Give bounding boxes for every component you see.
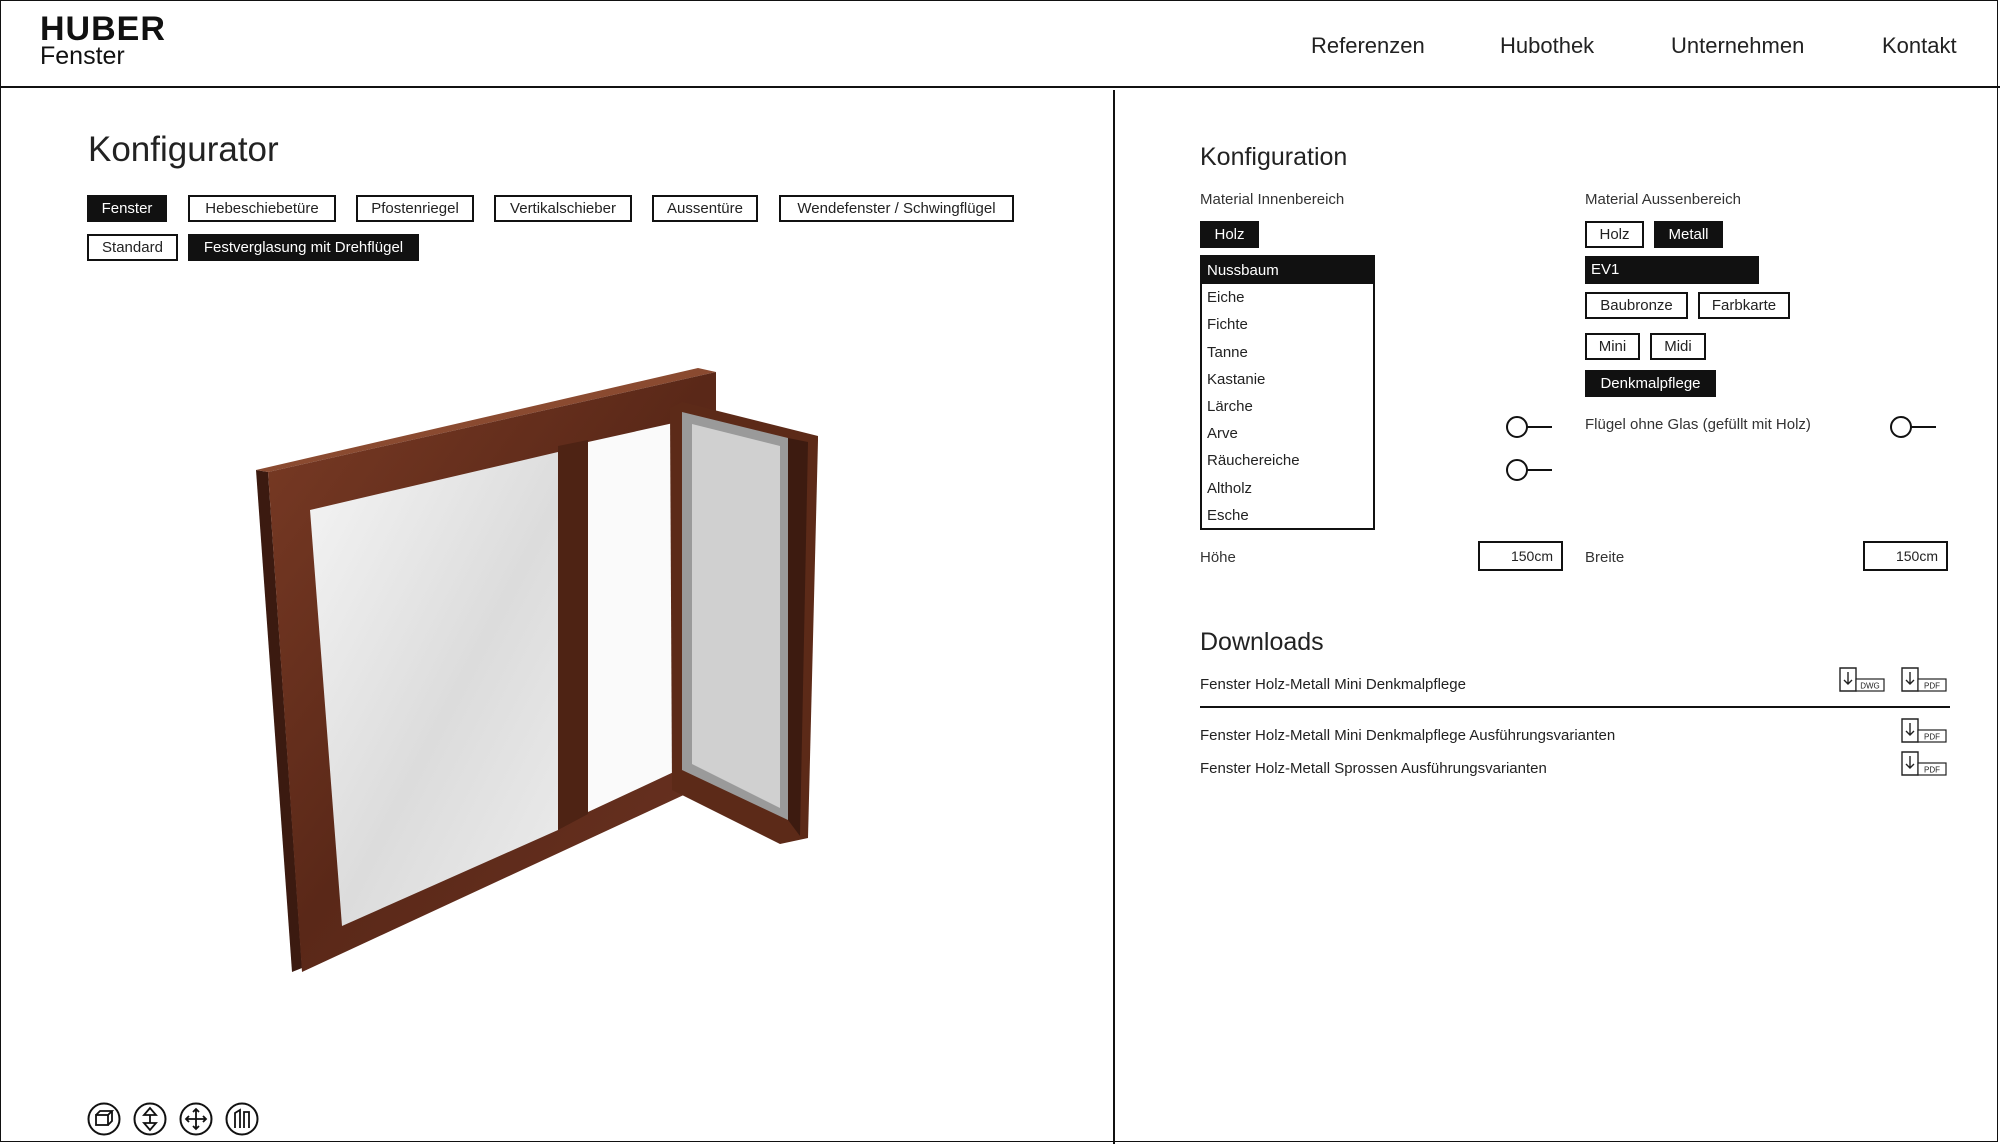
window-3d-preview[interactable] (240, 350, 840, 990)
sash-opening (588, 422, 678, 812)
nav-hubothek[interactable]: Hubothek (1500, 33, 1594, 59)
outer-material-label: Material Aussenbereich (1585, 191, 1741, 208)
downloads-title: Downloads (1200, 628, 1324, 656)
page-title: Konfigurator (88, 130, 279, 169)
pdf-file-label: PDF (1924, 733, 1940, 742)
color-farbkarte-button[interactable]: Farbkarte (1698, 292, 1790, 319)
download-item[interactable]: Fenster Holz-Metall Mini Denkmalpflege A… (1200, 727, 1615, 744)
list-item[interactable]: Räuchereiche (1202, 447, 1373, 474)
sash-glass (692, 424, 780, 808)
breite-input[interactable] (1863, 541, 1948, 571)
breite-label: Breite (1585, 549, 1625, 566)
brand-subtitle[interactable]: Fenster (40, 44, 125, 69)
variant-standard-button[interactable]: Standard (87, 234, 178, 261)
pdf-file-label: PDF (1924, 682, 1940, 691)
hoehe-input[interactable] (1478, 541, 1563, 571)
site-header: HUBER Fenster Referenzen Hubothek Untern… (0, 0, 2000, 88)
toggle-knob (1506, 459, 1528, 481)
list-item[interactable]: Arve (1202, 420, 1373, 447)
frame-mullion (558, 440, 588, 830)
style-denkmalpflege-button[interactable]: Denkmalpflege (1585, 370, 1716, 397)
vertical-move-icon[interactable] (133, 1102, 167, 1136)
list-item[interactable]: Nussbaum (1202, 257, 1373, 285)
list-item[interactable]: Eiche (1202, 284, 1373, 311)
inner-toggle-2[interactable] (1506, 458, 1554, 482)
list-item[interactable]: Lärche (1202, 393, 1373, 420)
type-vertikalschieber-button[interactable]: Vertikalschieber (494, 195, 632, 222)
panel-divider (1113, 90, 1115, 1144)
toggle-track (1910, 426, 1936, 428)
wood-species-list[interactable]: Nussbaum Eiche Fichte Tanne Kastanie Lär… (1200, 255, 1375, 530)
color-baubronze-button[interactable]: Baubronze (1585, 292, 1688, 319)
toggle-track (1526, 426, 1552, 428)
nav-unternehmen[interactable]: Unternehmen (1671, 33, 1804, 59)
profile-midi-button[interactable]: Midi (1650, 333, 1706, 360)
toggle-knob (1506, 416, 1528, 438)
inner-holz-button[interactable]: Holz (1200, 221, 1259, 248)
list-item[interactable]: Fichte (1202, 311, 1373, 338)
download-item[interactable]: Fenster Holz-Metall Mini Denkmalpflege (1200, 676, 1466, 693)
config-title: Konfiguration (1200, 143, 1348, 171)
variant-festverglasung-button[interactable]: Festverglasung mit Drehflügel (188, 234, 419, 261)
type-aussentuere-button[interactable]: Aussentüre (652, 195, 758, 222)
type-pfostenriegel-button[interactable]: Pfostenriegel (356, 195, 474, 222)
download-item[interactable]: Fenster Holz-Metall Sprossen Ausführungs… (1200, 760, 1547, 777)
pdf-download-icon[interactable]: PDF (1900, 665, 1948, 693)
inner-toggle-1[interactable] (1506, 415, 1554, 439)
pan-move-icon[interactable] (179, 1102, 213, 1136)
outer-metall-button[interactable]: Metall (1654, 221, 1723, 248)
inner-material-label: Material Innenbereich (1200, 191, 1345, 208)
glass-toggle-label: Flügel ohne Glas (gefüllt mit Holz) (1585, 416, 1811, 433)
brand-logo[interactable]: HUBER (40, 12, 166, 46)
downloads-divider (1200, 706, 1950, 708)
outer-holz-button[interactable]: Holz (1585, 221, 1644, 248)
type-fenster-button[interactable]: Fenster (87, 195, 167, 222)
dwg-download-icon[interactable]: DWG (1838, 665, 1886, 693)
type-wendefenster-button[interactable]: Wendefenster / Schwingflügel (779, 195, 1014, 222)
nav-referenzen[interactable]: Referenzen (1311, 33, 1425, 59)
profile-mini-button[interactable]: Mini (1585, 333, 1640, 360)
nav-kontakt[interactable]: Kontakt (1882, 33, 1957, 59)
type-hebeschiebetuere-button[interactable]: Hebeschiebetüre (188, 195, 336, 222)
box-view-icon[interactable] (87, 1102, 121, 1136)
toggle-knob (1890, 416, 1912, 438)
color-select[interactable]: EV1 (1585, 256, 1759, 284)
section-view-icon[interactable] (225, 1102, 259, 1136)
pdf-download-icon[interactable]: PDF (1900, 749, 1948, 777)
list-item[interactable]: Tanne (1202, 339, 1373, 366)
list-item[interactable]: Kastanie (1202, 366, 1373, 393)
glass-toggle[interactable] (1890, 415, 1938, 439)
list-item[interactable]: Altholz (1202, 475, 1373, 502)
dwg-file-label: DWG (1860, 682, 1880, 691)
hoehe-label: Höhe (1200, 549, 1236, 566)
pdf-download-icon[interactable]: PDF (1900, 716, 1948, 744)
list-item[interactable]: Esche (1202, 502, 1373, 529)
pdf-file-label: PDF (1924, 766, 1940, 775)
toggle-track (1526, 469, 1552, 471)
